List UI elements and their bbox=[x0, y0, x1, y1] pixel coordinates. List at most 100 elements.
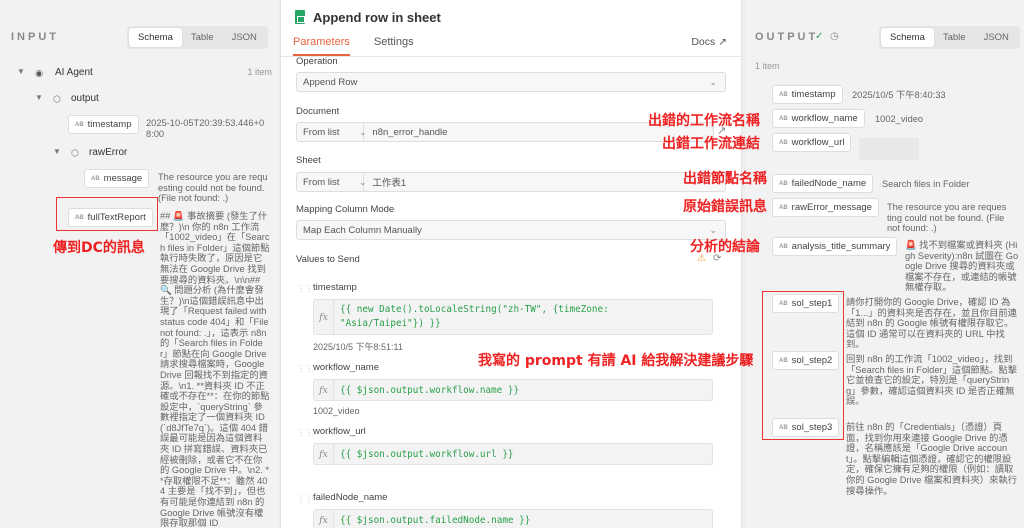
string-type-icon: AB bbox=[779, 91, 788, 98]
field-value: 🚨 找不到檔案或資料夾 (High Severity):n8n 試圖在 Goog… bbox=[905, 240, 1019, 293]
string-type-icon: AB bbox=[779, 204, 788, 211]
drag-handle-icon[interactable]: ⋮⋮ bbox=[297, 428, 313, 438]
output-tab-table[interactable]: Table bbox=[934, 28, 975, 47]
item-count: 1 item bbox=[247, 67, 272, 77]
field-tag[interactable]: AB sol_step1 bbox=[772, 294, 840, 313]
field-value: 請你打開你的 Google Drive，確認 ID 為「1...」的資料夾是否存… bbox=[846, 297, 1017, 350]
chevron-down-icon[interactable]: ▼ bbox=[35, 93, 47, 102]
expression-input[interactable]: fx {{ $json.output.workflow.name }} bbox=[313, 379, 713, 401]
field-value: The resource you are requesting could no… bbox=[887, 202, 1007, 234]
field-tag[interactable]: AB fullTextReport bbox=[68, 208, 153, 227]
input-tab-table[interactable]: Table bbox=[182, 28, 223, 47]
field-value: 2025-10-05T20:39:53.446+08:00 bbox=[146, 118, 265, 139]
drag-handle-icon[interactable]: ⋮⋮ bbox=[297, 284, 313, 294]
docs-link[interactable]: Docs ↗ bbox=[691, 36, 727, 48]
input-panel: INPUT Schema Table JSON ▼ ◉ AI Agent 1 i… bbox=[0, 0, 278, 528]
string-type-icon: AB bbox=[779, 424, 788, 431]
chevron-down-icon: ⌄ bbox=[359, 177, 367, 187]
string-type-icon: AB bbox=[779, 300, 788, 307]
output-tab-schema[interactable]: Schema bbox=[881, 28, 934, 47]
annotation-raw-error: 原始錯誤訊息 bbox=[683, 199, 767, 215]
sheet-value: 工作表1 bbox=[372, 178, 407, 189]
mode-select[interactable]: From list bbox=[303, 177, 339, 188]
string-type-icon: AB bbox=[779, 139, 788, 146]
value-field-workflow-name: workflow_name fx {{ $json.output.workflo… bbox=[313, 362, 713, 416]
field-tag[interactable]: AB analysis_title_summary bbox=[772, 237, 898, 256]
output-row[interactable]: ▼ ⬡ output bbox=[35, 93, 99, 105]
annotation-dc-message: 傳到DC的訊息 bbox=[53, 240, 145, 256]
rawerror-label: rawError bbox=[89, 147, 128, 158]
tab-parameters[interactable]: Parameters bbox=[293, 36, 350, 56]
field-value: 前往 n8n 的「Credentials」（憑證）頁面，找到你用來連接 Goog… bbox=[846, 422, 1017, 496]
annotation-workflow-link: 出錯工作流連結 bbox=[662, 136, 760, 152]
output-tab-json[interactable]: JSON bbox=[975, 28, 1018, 47]
mode-select[interactable]: From list bbox=[303, 127, 339, 138]
chevron-down-icon[interactable]: ▼ bbox=[53, 147, 65, 156]
field-value: ## 🚨 事故摘要 (發生了什麼？)\n 你的 n8n 工作流「1002_vid… bbox=[160, 211, 270, 528]
string-type-icon: AB bbox=[91, 175, 100, 182]
output-panel: OUTPUT ✓ ◷ Schema Table JSON 1 item AB ti… bbox=[745, 0, 1024, 528]
operation-select[interactable]: Append Row ⌄ bbox=[296, 72, 726, 92]
google-sheets-icon bbox=[295, 10, 305, 24]
chevron-down-icon: ⌄ bbox=[359, 127, 367, 137]
output-field: AB timestamp bbox=[772, 85, 843, 104]
expression-input[interactable]: fx {{ new Date().toLocaleString("zh-TW",… bbox=[313, 299, 713, 335]
values-to-send-label: Values to Send bbox=[296, 254, 360, 265]
sheet-label: Sheet bbox=[296, 155, 321, 166]
field-value: Search files in Folder bbox=[882, 179, 970, 189]
fx-icon: fx bbox=[314, 510, 334, 528]
field-tag[interactable]: AB workflow_url bbox=[772, 133, 852, 152]
cube-icon: ⬡ bbox=[53, 93, 61, 104]
rawerror-row[interactable]: ▼ ⬡ rawError bbox=[53, 147, 127, 159]
schema-field-message: AB message bbox=[84, 169, 150, 188]
field-tag[interactable]: AB timestamp bbox=[68, 115, 139, 134]
field-tag[interactable]: AB sol_step2 bbox=[772, 351, 840, 370]
field-name: failedNode_name bbox=[313, 492, 388, 503]
input-title: INPUT bbox=[11, 31, 59, 43]
expression-input[interactable]: fx {{ $json.output.failedNode.name }} bbox=[313, 509, 713, 528]
node-row[interactable]: ▼ ◉ AI Agent 1 item bbox=[17, 67, 272, 79]
output-field: AB workflow_name bbox=[772, 109, 865, 128]
annotation-node-name: 出錯節點名稱 bbox=[683, 171, 767, 187]
field-name: timestamp bbox=[313, 282, 357, 293]
operation-label: Operation bbox=[296, 56, 338, 67]
check-circle-icon: ✓ bbox=[815, 31, 824, 42]
string-type-icon: AB bbox=[75, 214, 84, 221]
sheet-select[interactable]: From list ⌄ 工作表1 bbox=[296, 172, 726, 192]
schema-field-timestamp: AB timestamp bbox=[68, 115, 139, 134]
chevron-down-icon[interactable]: ▼ bbox=[17, 67, 29, 76]
tab-settings[interactable]: Settings bbox=[374, 36, 414, 56]
chevron-down-icon: ⌄ bbox=[709, 77, 717, 87]
field-value: 2025/10/5 下午8:40:33 bbox=[852, 90, 946, 100]
input-tab-json[interactable]: JSON bbox=[223, 28, 266, 47]
field-tag[interactable]: AB message bbox=[84, 169, 150, 188]
field-tag[interactable]: AB sol_step3 bbox=[772, 418, 840, 437]
editor-tabs: Parameters Settings bbox=[293, 36, 414, 56]
drag-handle-icon[interactable]: ⋮⋮ bbox=[297, 364, 313, 374]
mapping-select[interactable]: Map Each Column Manually ⌄ bbox=[296, 220, 726, 240]
clock-icon: ◷ bbox=[830, 31, 839, 42]
node-editor: Append row in sheet Parameters Settings … bbox=[280, 0, 742, 528]
field-tag[interactable]: AB workflow_name bbox=[772, 109, 865, 128]
field-tag[interactable]: AB rawError_message bbox=[772, 198, 879, 217]
output-field: AB sol_step2 bbox=[772, 351, 840, 370]
input-tab-schema[interactable]: Schema bbox=[129, 28, 182, 47]
fx-icon: fx bbox=[314, 300, 334, 334]
drag-handle-icon[interactable]: ⋮⋮ bbox=[297, 494, 313, 504]
chevron-down-icon: ⌄ bbox=[709, 225, 717, 235]
value-field-workflow-url: workflow_url fx {{ $json.output.workflow… bbox=[313, 426, 713, 465]
schema-field-fulltextreport: AB fullTextReport bbox=[68, 208, 153, 227]
annotation-prompt-note: 我寫的 prompt 有請 AI 給我解決建議步驟 bbox=[478, 353, 754, 369]
string-type-icon: AB bbox=[779, 180, 788, 187]
value-field-timestamp: timestamp fx {{ new Date().toLocaleStrin… bbox=[313, 282, 713, 353]
expression-input[interactable]: fx {{ $json.output.workflow.url }} bbox=[313, 443, 713, 465]
cube-icon: ⬡ bbox=[71, 147, 79, 158]
output-title: OUTPUT bbox=[755, 31, 819, 43]
fx-icon: fx bbox=[314, 444, 334, 464]
node-title[interactable]: Append row in sheet bbox=[313, 10, 441, 25]
field-tag[interactable]: AB failedNode_name bbox=[772, 174, 874, 193]
field-value: The resource you are requesting could no… bbox=[158, 172, 268, 204]
redacted-value bbox=[859, 138, 919, 160]
field-tag[interactable]: AB timestamp bbox=[772, 85, 843, 104]
expression-result: 1002_video bbox=[313, 406, 360, 416]
